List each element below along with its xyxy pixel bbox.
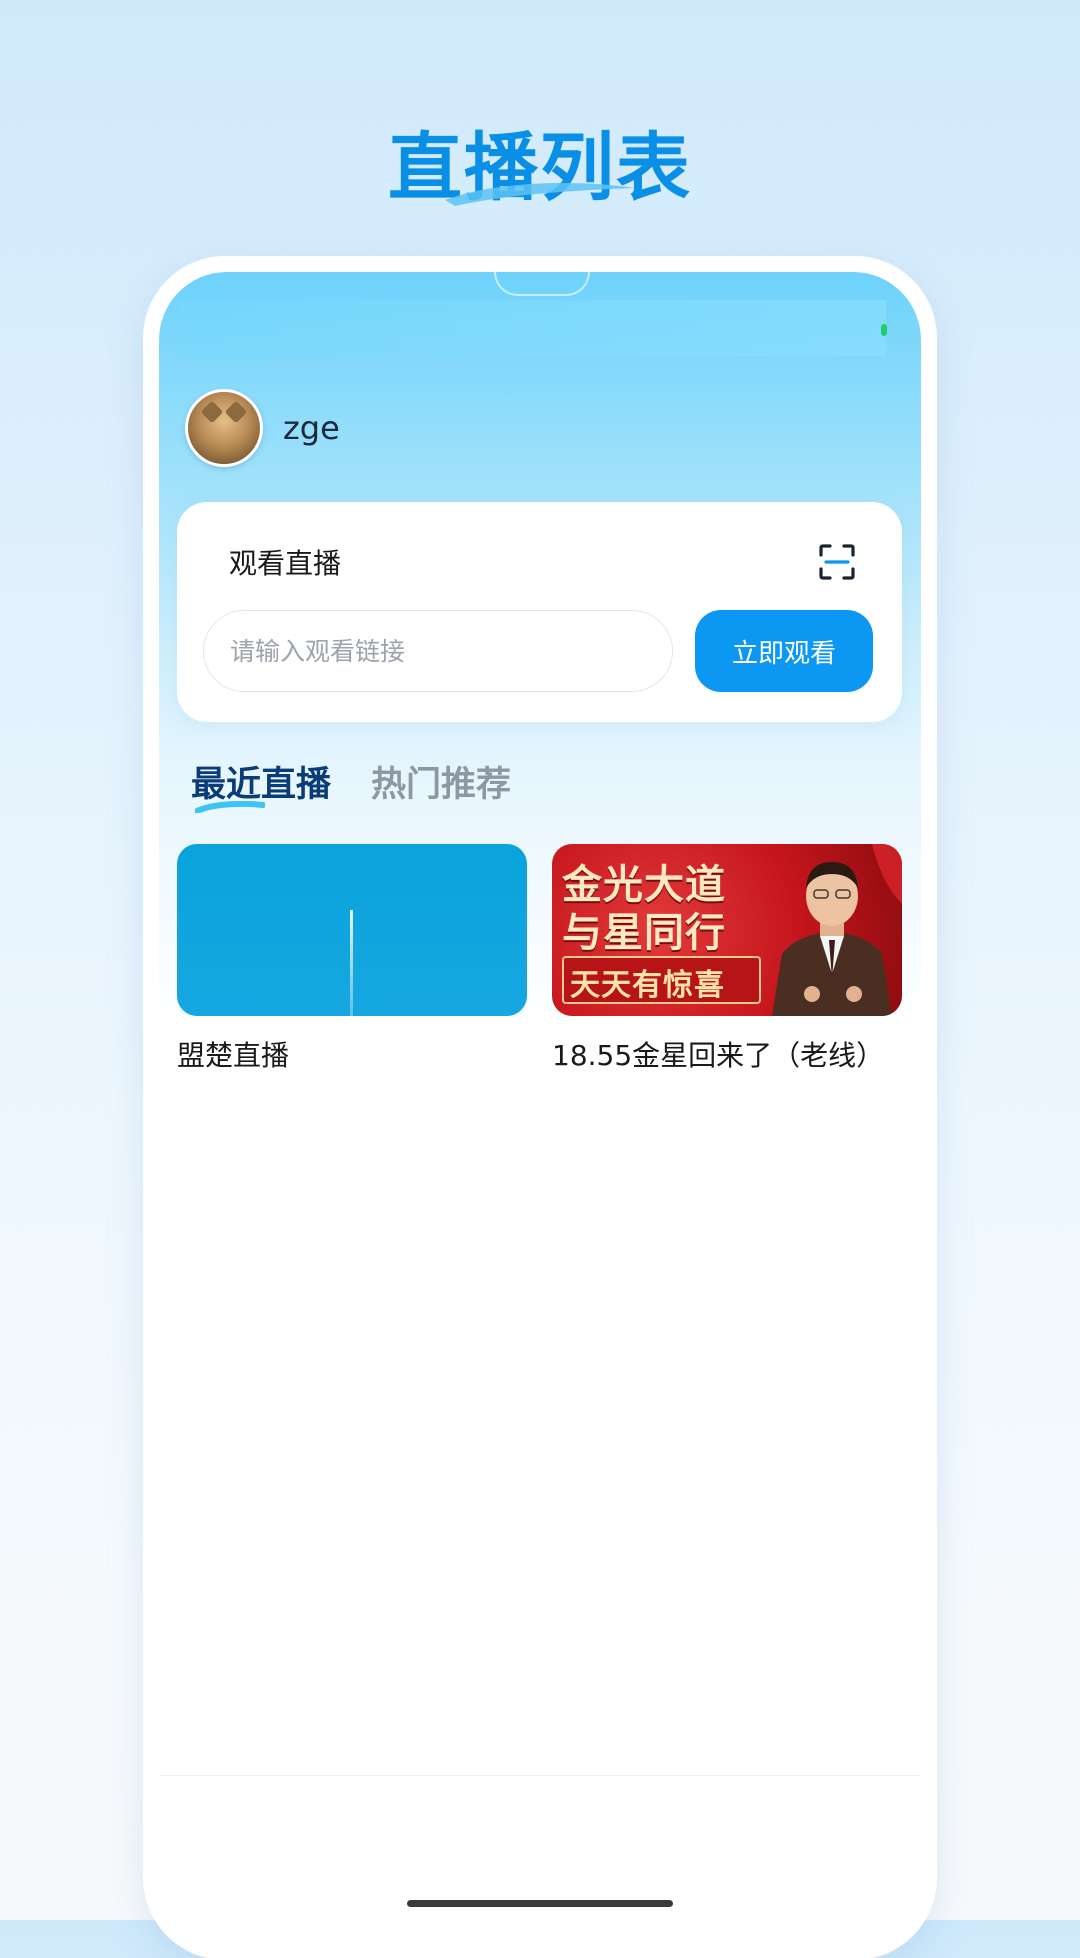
app-screen: zge 观看直播 立即观看 最近直播 热门推荐 bbox=[159, 272, 921, 1958]
watch-live-title: 观看直播 bbox=[229, 547, 342, 580]
notch bbox=[494, 272, 590, 296]
tab-hot-recommend[interactable]: 热门推荐 bbox=[371, 756, 511, 807]
avatar[interactable] bbox=[185, 389, 263, 467]
live-title: 盟楚直播 bbox=[177, 1039, 290, 1072]
thumbnail-caption: 与星同行 bbox=[562, 910, 726, 956]
username: zge bbox=[283, 409, 340, 447]
title-swoosh-decoration bbox=[445, 183, 635, 206]
live-title: 18.55金星回来了（老线） bbox=[552, 1039, 885, 1072]
status-indicator bbox=[881, 324, 887, 336]
live-thumbnail[interactable]: 金光大道 与星同行 天天有惊喜 bbox=[552, 844, 902, 1016]
rocket-trail-image bbox=[350, 910, 353, 1016]
watch-link-input[interactable] bbox=[203, 610, 673, 692]
host-portrait-image bbox=[772, 844, 902, 1016]
home-indicator[interactable] bbox=[407, 1900, 673, 1907]
user-row[interactable]: zge bbox=[185, 388, 340, 468]
live-tabs: 最近直播 热门推荐 bbox=[191, 756, 511, 813]
watch-now-button[interactable]: 立即观看 bbox=[695, 610, 873, 692]
tab-recent-live[interactable]: 最近直播 bbox=[191, 756, 332, 813]
scan-icon[interactable] bbox=[817, 542, 857, 582]
status-bar bbox=[181, 300, 886, 356]
thumbnail-caption: 天天有惊喜 bbox=[570, 968, 725, 1003]
live-card[interactable]: 金光大道 与星同行 天天有惊喜 18.55金星回来了（老线） bbox=[552, 844, 902, 1074]
avatar-ear bbox=[200, 400, 224, 424]
phone-frame: zge 观看直播 立即观看 最近直播 热门推荐 bbox=[145, 258, 935, 1958]
live-thumbnail[interactable] bbox=[177, 844, 527, 1016]
watch-live-card: 观看直播 立即观看 bbox=[177, 502, 902, 722]
live-grid: 盟楚直播 金光大道 与星同行 天天有惊喜 18.55金星回来了（老线） bbox=[177, 844, 902, 1074]
tab-recent-live-label: 最近直播 bbox=[191, 765, 332, 805]
avatar-ear bbox=[224, 400, 248, 424]
bottom-divider bbox=[159, 1775, 921, 1776]
live-card[interactable]: 盟楚直播 bbox=[177, 844, 527, 1074]
